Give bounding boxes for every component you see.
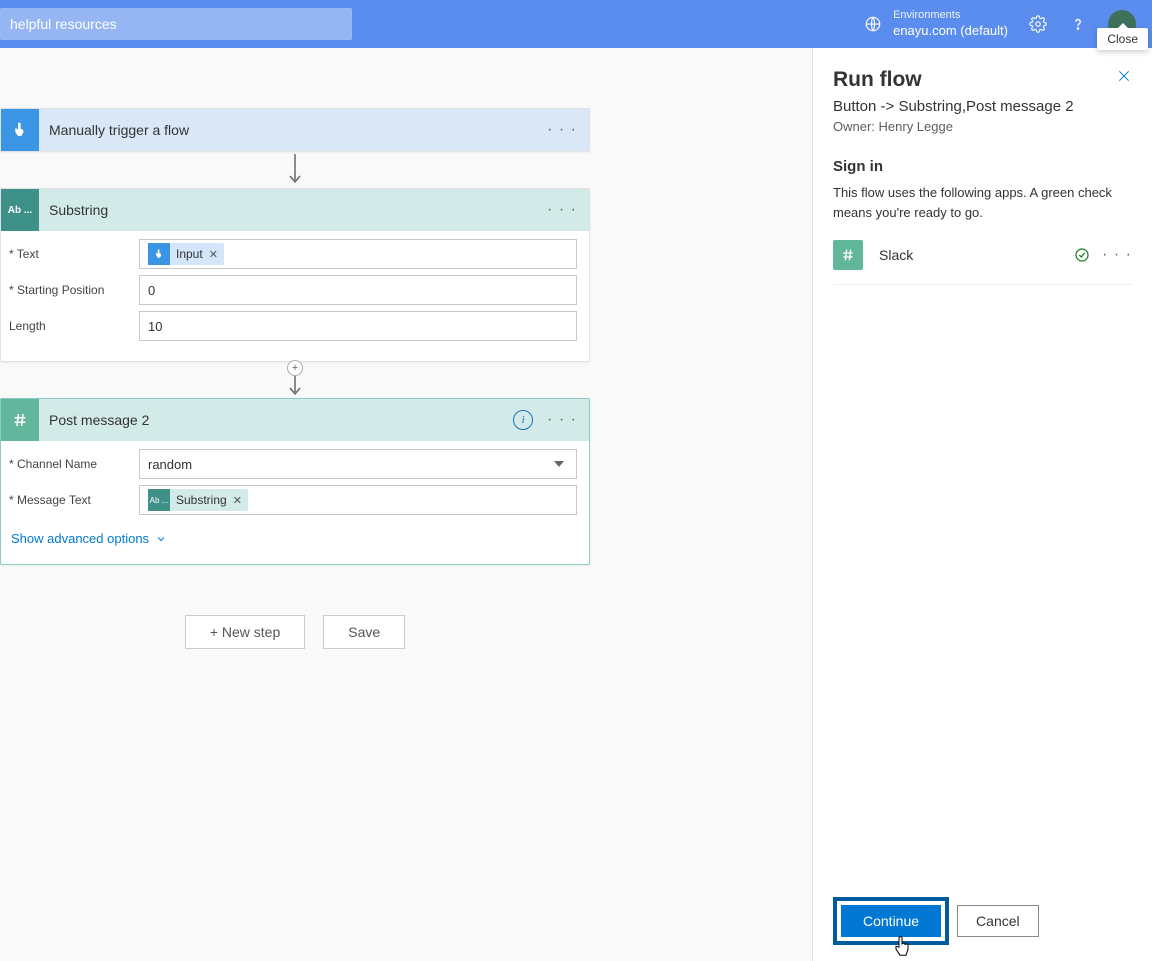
tooltip-text: Close xyxy=(1107,32,1138,46)
post-message-card[interactable]: Post message 2 i · · · * Channel Name ra… xyxy=(0,398,590,565)
arrow-connector xyxy=(0,152,590,188)
substring-icon: Ab ... xyxy=(1,189,39,231)
post-menu[interactable]: · · · xyxy=(547,411,577,429)
close-tooltip: Close xyxy=(1097,28,1148,50)
channel-label: * Channel Name xyxy=(9,457,139,471)
trigger-menu[interactable]: · · · xyxy=(547,121,577,139)
token-icon-label: Ab ... xyxy=(150,496,169,505)
substring-body: * Text Input ✕ * Starting Position 0 xyxy=(1,231,589,361)
substring-token[interactable]: Ab ... Substring ✕ xyxy=(148,489,248,511)
substring-icon-label: Ab ... xyxy=(8,205,32,216)
token-remove[interactable]: ✕ xyxy=(209,248,218,261)
cancel-label: Cancel xyxy=(976,913,1020,929)
panel-title: Run flow xyxy=(833,68,922,92)
run-flow-panel: Run flow Button -> Substring,Post messag… xyxy=(812,48,1152,961)
slack-hash-icon xyxy=(833,240,863,270)
action-buttons: + New step Save xyxy=(0,615,590,649)
advanced-text: Show advanced options xyxy=(11,531,149,546)
app-name: Slack xyxy=(879,247,1074,263)
length-value: 10 xyxy=(148,319,162,334)
length-input[interactable]: 10 xyxy=(139,311,577,341)
help-icon[interactable] xyxy=(1068,14,1088,34)
hash-icon xyxy=(1,399,39,441)
panel-footer: Continue Cancel xyxy=(833,897,1132,945)
info-icon[interactable]: i xyxy=(513,410,533,430)
environment-text: Environments enayu.com (default) xyxy=(893,8,1008,39)
start-label: * Starting Position xyxy=(9,283,139,297)
field-channel: * Channel Name random xyxy=(9,449,577,479)
signin-heading: Sign in xyxy=(833,158,1132,175)
post-body: * Channel Name random * Message Text Ab … xyxy=(1,441,589,564)
panel-description: This flow uses the following apps. A gre… xyxy=(833,183,1132,222)
post-header[interactable]: Post message 2 i · · · xyxy=(1,399,589,441)
gear-icon[interactable] xyxy=(1028,14,1048,34)
channel-select[interactable]: random xyxy=(139,449,577,479)
chevron-down-icon xyxy=(155,533,167,545)
save-button[interactable]: Save xyxy=(323,615,405,649)
save-label: Save xyxy=(348,624,380,640)
search-placeholder-text: helpful resources xyxy=(10,16,117,32)
continue-focus-ring: Continue xyxy=(833,897,949,945)
add-step-icon[interactable]: + xyxy=(287,360,303,376)
field-text: * Text Input ✕ xyxy=(9,239,577,269)
text-input[interactable]: Input ✕ xyxy=(139,239,577,269)
environment-selector[interactable]: Environments enayu.com (default) xyxy=(863,8,1008,39)
field-start: * Starting Position 0 xyxy=(9,275,577,305)
panel-subtitle: Button -> Substring,Post message 2 xyxy=(833,98,1132,115)
substring-title: Substring xyxy=(49,202,547,218)
show-advanced-link[interactable]: Show advanced options xyxy=(9,521,577,550)
length-label: Length xyxy=(9,319,139,333)
topbar-right: Environments enayu.com (default) xyxy=(863,8,1136,39)
message-input[interactable]: Ab ... Substring ✕ xyxy=(139,485,577,515)
field-message: * Message Text Ab ... Substring ✕ xyxy=(9,485,577,515)
new-step-button[interactable]: + New step xyxy=(185,615,305,649)
start-value: 0 xyxy=(148,283,155,298)
arrow-connector-plus: + xyxy=(0,362,590,398)
app-menu[interactable]: · · · xyxy=(1102,246,1132,264)
substring-menu[interactable]: · · · xyxy=(547,201,577,219)
trigger-header[interactable]: Manually trigger a flow · · · xyxy=(1,109,589,151)
text-label: * Text xyxy=(9,247,139,261)
touch-icon xyxy=(148,243,170,265)
continue-button[interactable]: Continue xyxy=(841,905,941,937)
new-step-label: + New step xyxy=(210,624,280,640)
input-token[interactable]: Input ✕ xyxy=(148,243,224,265)
environment-name: enayu.com (default) xyxy=(893,23,1008,40)
close-icon[interactable] xyxy=(1116,68,1132,84)
message-label: * Message Text xyxy=(9,493,139,507)
trigger-card[interactable]: Manually trigger a flow · · · xyxy=(0,108,590,152)
token-label: Substring xyxy=(176,493,227,507)
search-input[interactable]: helpful resources xyxy=(0,8,352,40)
topbar: helpful resources Environments enayu.com… xyxy=(0,0,1152,48)
token-label: Input xyxy=(176,247,203,261)
environments-label: Environments xyxy=(893,8,1008,22)
substring-card[interactable]: Ab ... Substring · · · * Text Input ✕ xyxy=(0,188,590,362)
cancel-button[interactable]: Cancel xyxy=(957,905,1039,937)
substring-header[interactable]: Ab ... Substring · · · xyxy=(1,189,589,231)
continue-label: Continue xyxy=(863,913,919,929)
check-icon xyxy=(1074,247,1090,263)
start-input[interactable]: 0 xyxy=(139,275,577,305)
flow-canvas: Manually trigger a flow · · · Ab ... Sub… xyxy=(0,48,810,961)
post-title: Post message 2 xyxy=(49,412,513,428)
touch-icon xyxy=(1,109,39,151)
token-remove[interactable]: ✕ xyxy=(233,494,242,507)
panel-owner: Owner: Henry Legge xyxy=(833,119,1132,134)
trigger-title: Manually trigger a flow xyxy=(49,122,547,138)
panel-header: Run flow xyxy=(833,68,1132,92)
globe-icon xyxy=(863,14,883,34)
substring-icon: Ab ... xyxy=(148,489,170,511)
app-row-slack: Slack · · · xyxy=(833,240,1132,285)
channel-value: random xyxy=(148,457,192,472)
field-length: Length 10 xyxy=(9,311,577,341)
